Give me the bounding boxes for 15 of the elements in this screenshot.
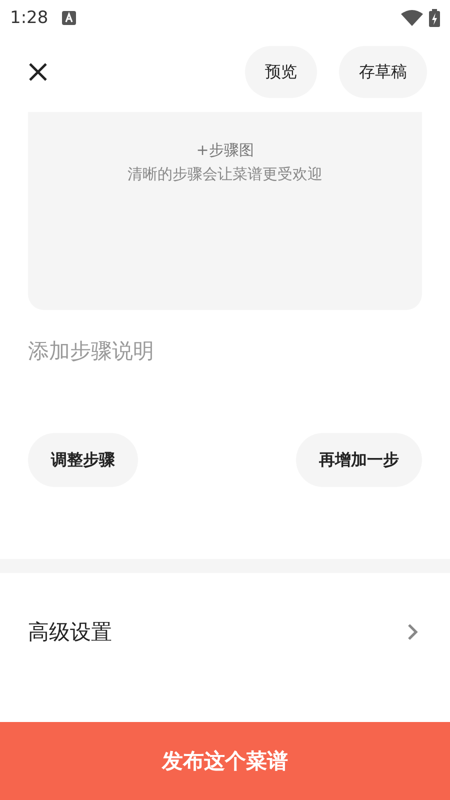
- step-description-field[interactable]: 添加步骤说明: [28, 336, 328, 366]
- reorder-steps-button[interactable]: 调整步骤: [28, 433, 138, 487]
- photo-upload-label: +步骤图: [196, 140, 254, 161]
- status-time: 1:28: [10, 8, 48, 28]
- battery-icon: [429, 9, 440, 27]
- wifi-icon: [401, 10, 423, 26]
- notification-icon: [62, 11, 76, 25]
- preview-button[interactable]: 预览: [245, 46, 317, 98]
- add-step-button[interactable]: 再增加一步: [296, 433, 422, 487]
- save-draft-button[interactable]: 存草稿: [339, 46, 427, 98]
- close-icon[interactable]: [28, 62, 48, 82]
- photo-upload-hint: 清晰的步骤会让菜谱更受欢迎: [128, 164, 322, 185]
- photo-upload-area[interactable]: +步骤图 清晰的步骤会让菜谱更受欢迎: [28, 112, 422, 310]
- chevron-right-icon[interactable]: [407, 623, 418, 641]
- advanced-settings-label[interactable]: 高级设置: [28, 618, 112, 646]
